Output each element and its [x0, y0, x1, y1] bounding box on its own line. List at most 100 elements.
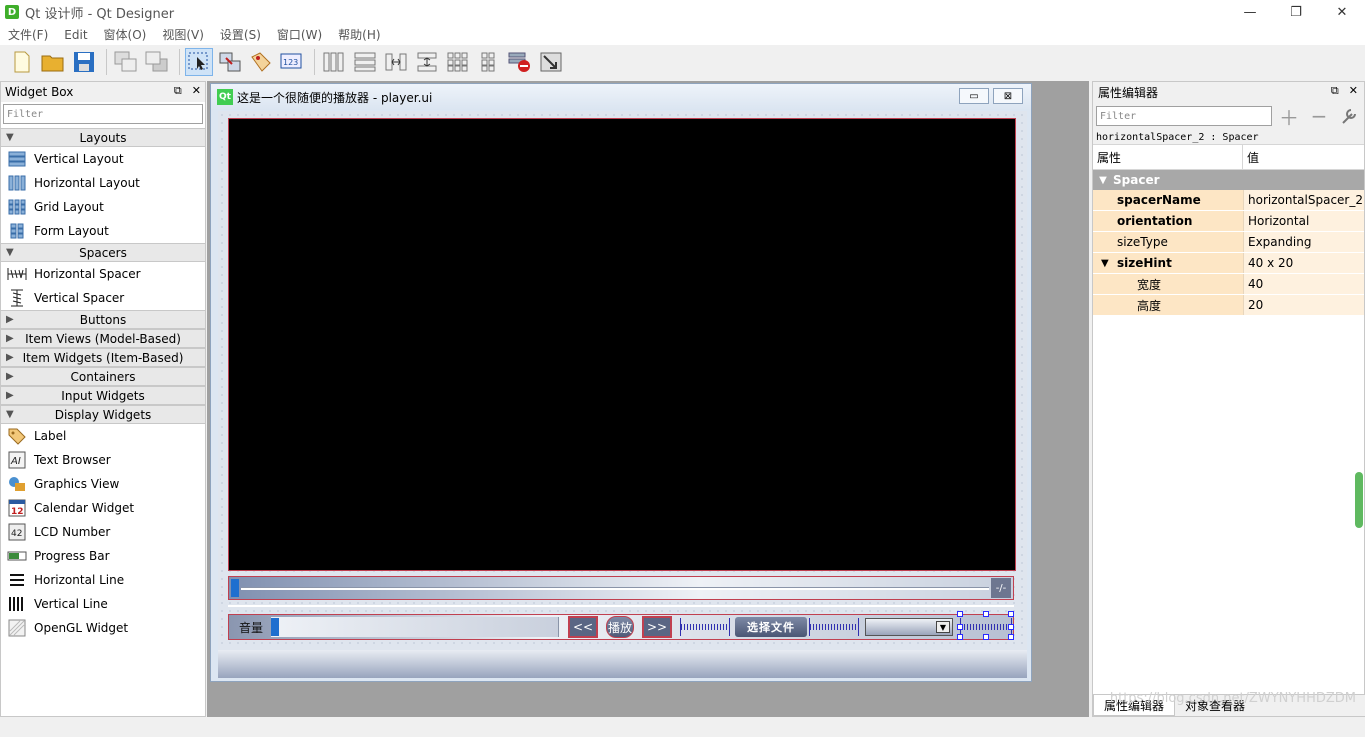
layout-vertical-icon[interactable]	[351, 48, 379, 76]
menu-view[interactable]: 视图(V)	[154, 26, 212, 43]
close-button[interactable]: ✕	[1319, 0, 1365, 24]
widget-form-layout[interactable]: Form Layout	[1, 219, 205, 243]
widget-progress-bar[interactable]: Progress Bar	[1, 544, 205, 568]
float-panel-icon[interactable]: ⧉	[1331, 84, 1339, 98]
edit-signals-slots-icon[interactable]	[216, 48, 244, 76]
selection-handle[interactable]	[957, 611, 963, 617]
property-value-field[interactable]: 20	[1243, 295, 1364, 315]
selection-handle[interactable]	[1008, 624, 1014, 630]
layout-form-icon[interactable]	[475, 48, 503, 76]
widget-vertical-line[interactable]: Vertical Line	[1, 592, 205, 616]
property-value-field[interactable]: 40 x 20	[1243, 253, 1364, 273]
widget-lcd-number[interactable]: 42 LCD Number	[1, 520, 205, 544]
form-canvas[interactable]: -/- 音量 << 播放 >> 选择文件 ▼	[218, 111, 1027, 678]
configure-wrench-icon[interactable]	[1336, 105, 1362, 127]
property-row[interactable]: sizeType Expanding	[1093, 232, 1364, 253]
property-value-field[interactable]: horizontalSpacer_2	[1243, 190, 1364, 210]
menu-file[interactable]: 文件(F)	[0, 26, 56, 43]
property-row[interactable]: ▼ sizeHint 40 x 20	[1093, 253, 1364, 274]
layout-horizontal-splitter-icon[interactable]	[382, 48, 410, 76]
property-value-field[interactable]: 40	[1243, 274, 1364, 294]
property-value-field[interactable]: Horizontal	[1243, 211, 1364, 231]
close-panel-icon[interactable]: ✕	[192, 84, 201, 98]
widget-text-browser[interactable]: AI Text Browser	[1, 448, 205, 472]
widget-filter-input[interactable]: Filter	[3, 104, 203, 124]
layout-vertical-splitter-icon[interactable]	[413, 48, 441, 76]
category-containers[interactable]: ▶ Containers	[1, 367, 205, 386]
category-spacers[interactable]: ▼ Spacers	[1, 243, 205, 262]
progress-slider-handle[interactable]	[231, 579, 239, 597]
adjust-size-icon[interactable]	[537, 48, 565, 76]
form-close-icon[interactable]: ⊠	[993, 88, 1023, 104]
category-item-widgets[interactable]: ▶ Item Widgets (Item-Based)	[1, 348, 205, 367]
chevron-down-icon[interactable]: ▼	[936, 621, 950, 633]
selection-handle[interactable]	[1008, 634, 1014, 640]
property-filter-input[interactable]: Filter	[1096, 106, 1272, 126]
float-panel-icon[interactable]: ⧉	[174, 84, 182, 98]
volume-slider[interactable]	[271, 617, 559, 637]
layout-grid-icon[interactable]	[444, 48, 472, 76]
play-button[interactable]: 播放	[606, 616, 634, 638]
selection-handle[interactable]	[1008, 611, 1014, 617]
select-file-button[interactable]: 选择文件	[735, 617, 807, 637]
widget-grid-layout[interactable]: Grid Layout	[1, 195, 205, 219]
selection-handle[interactable]	[983, 611, 989, 617]
category-display-widgets[interactable]: ▼ Display Widgets	[1, 405, 205, 424]
widget-opengl[interactable]: OpenGL Widget	[1, 616, 205, 640]
bring-to-front-icon[interactable]	[112, 48, 140, 76]
maximize-button[interactable]: ❐	[1273, 0, 1319, 24]
send-to-back-icon[interactable]	[143, 48, 171, 76]
chevron-down-icon[interactable]: ▼	[1101, 258, 1117, 269]
category-input-widgets[interactable]: ▶ Input Widgets	[1, 386, 205, 405]
property-row[interactable]: 宽度 40	[1093, 274, 1364, 295]
edit-tab-order-icon[interactable]: 123	[278, 48, 306, 76]
form-minimize-icon[interactable]: ▭	[959, 88, 989, 104]
category-buttons[interactable]: ▶ Buttons	[1, 310, 205, 329]
widget-vertical-layout[interactable]: Vertical Layout	[1, 147, 205, 171]
progress-slider-track[interactable]	[241, 587, 989, 590]
property-value-field[interactable]: Expanding	[1243, 232, 1364, 252]
break-layout-icon[interactable]	[506, 48, 534, 76]
close-panel-icon[interactable]: ✕	[1349, 84, 1358, 98]
video-widget[interactable]	[228, 118, 1016, 571]
property-row[interactable]: 高度 20	[1093, 295, 1364, 316]
property-group-spacer[interactable]: ▼ Spacer	[1093, 170, 1364, 190]
selection-handle[interactable]	[957, 624, 963, 630]
save-icon[interactable]	[70, 48, 98, 76]
edit-buddies-icon[interactable]	[247, 48, 275, 76]
remove-property-icon[interactable]: −	[1306, 104, 1332, 128]
widget-horizontal-spacer[interactable]: Horizontal Spacer	[1, 262, 205, 286]
rewind-button[interactable]: <<	[568, 616, 598, 638]
category-layouts[interactable]: ▼ Layouts	[1, 128, 205, 147]
edit-widgets-icon[interactable]	[185, 48, 213, 76]
new-file-icon[interactable]	[8, 48, 36, 76]
selection-handle[interactable]	[983, 634, 989, 640]
widget-vertical-spacer[interactable]: Vertical Spacer	[1, 286, 205, 310]
forward-button[interactable]: >>	[642, 616, 672, 638]
layout-horizontal-icon[interactable]	[320, 48, 348, 76]
horizontal-spacer[interactable]	[809, 618, 859, 636]
scrollbar-thumb[interactable]	[1355, 472, 1363, 528]
menu-window[interactable]: 窗口(W)	[269, 26, 330, 43]
property-row[interactable]: spacerName horizontalSpacer_2	[1093, 190, 1364, 211]
horizontal-spacer[interactable]	[680, 618, 730, 636]
selection-handle[interactable]	[957, 634, 963, 640]
menu-form[interactable]: 窗体(O)	[96, 26, 155, 43]
menu-settings[interactable]: 设置(S)	[212, 26, 269, 43]
open-folder-icon[interactable]	[39, 48, 67, 76]
minimize-button[interactable]: —	[1227, 0, 1273, 24]
category-item-views[interactable]: ▶ Item Views (Model-Based)	[1, 329, 205, 348]
column-value: 值	[1247, 150, 1260, 165]
form-window[interactable]: Qt 这是一个很随便的播放器 - player.ui ▭ ⊠ -/- 音量 <<…	[210, 83, 1032, 682]
widget-graphics-view[interactable]: Graphics View	[1, 472, 205, 496]
property-row[interactable]: orientation Horizontal	[1093, 211, 1364, 232]
menu-edit[interactable]: Edit	[56, 28, 95, 42]
combo-box[interactable]: ▼	[865, 618, 953, 636]
menu-help[interactable]: 帮助(H)	[330, 26, 388, 43]
widget-calendar[interactable]: 12 Calendar Widget	[1, 496, 205, 520]
widget-horizontal-line[interactable]: Horizontal Line	[1, 568, 205, 592]
volume-slider-handle[interactable]	[271, 618, 279, 636]
widget-label[interactable]: Label	[1, 424, 205, 448]
widget-horizontal-layout[interactable]: Horizontal Layout	[1, 171, 205, 195]
add-property-icon[interactable]: ＋	[1276, 105, 1302, 130]
